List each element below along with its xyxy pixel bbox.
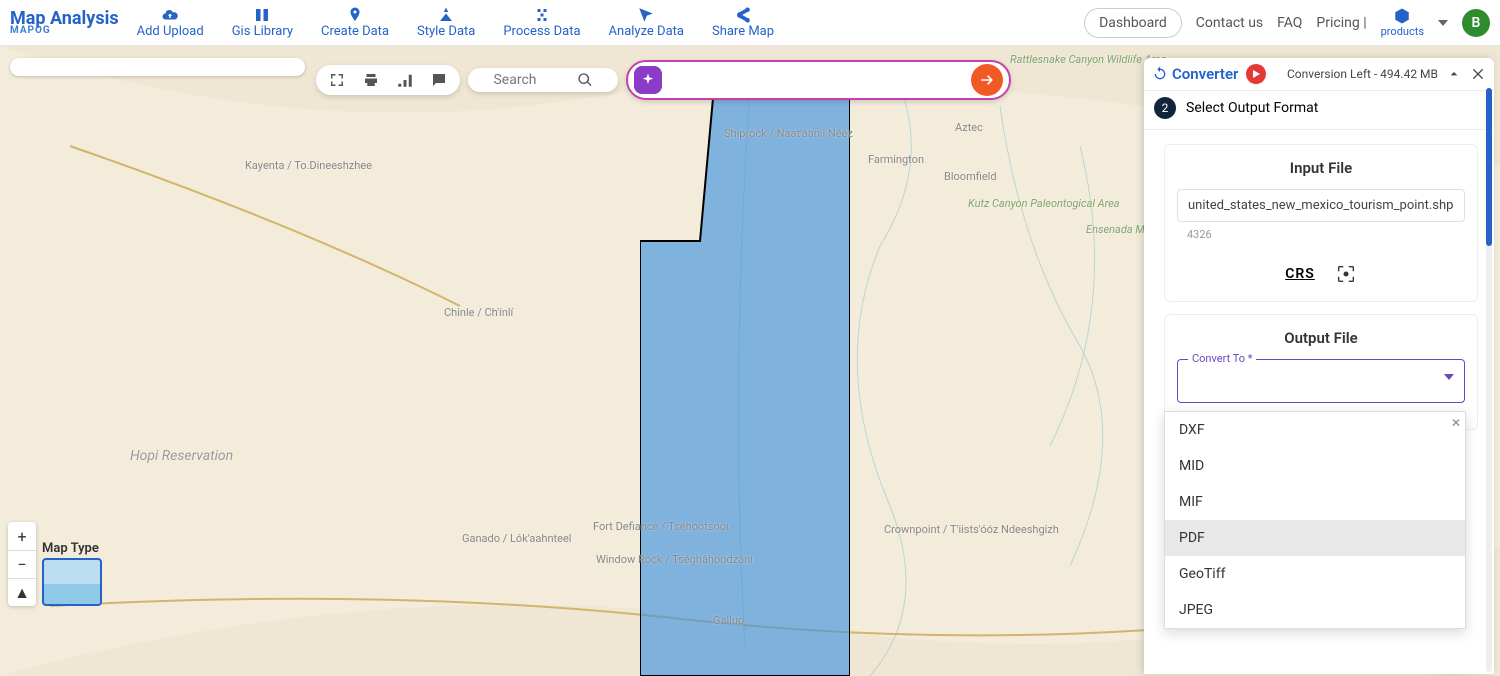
- user-avatar[interactable]: B: [1462, 9, 1490, 37]
- panel-title: Converter: [1152, 65, 1238, 83]
- comment-icon[interactable]: [430, 71, 448, 89]
- map-label-ganado: Ganado / Lók'aahnteel: [462, 533, 571, 545]
- input-file-section: Input File united_states_new_mexico_tour…: [1164, 144, 1478, 302]
- crs-code: 4326: [1177, 228, 1465, 241]
- crs-button[interactable]: CRS: [1285, 266, 1315, 282]
- right-nav: Dashboard Contact us FAQ Pricing | produ…: [1084, 7, 1490, 38]
- process-icon: [533, 6, 551, 24]
- conversion-left-text: Conversion Left - 494.42 MB: [1287, 67, 1438, 81]
- map-label-shiprock: Shiprock / Naat'áanii Nééz: [724, 128, 853, 140]
- video-help-button[interactable]: [1246, 64, 1266, 84]
- map-type-picker[interactable]: Map Type: [42, 541, 102, 606]
- convert-to-label: Convert To *: [1188, 352, 1256, 365]
- map-label-windowrock: Window Rock / Tségháhoodzání: [596, 554, 753, 566]
- go-button[interactable]: [971, 64, 1003, 96]
- option-geotiff[interactable]: GeoTiff: [1165, 556, 1465, 592]
- input-file-box[interactable]: united_states_new_mexico_tourism_point.s…: [1177, 189, 1465, 222]
- map-type-label: Map Type: [42, 541, 102, 556]
- style-icon: [437, 6, 455, 24]
- arrow-right-icon: [978, 71, 996, 89]
- map-label-fortdef: Fort Defiance / Tséhootsooí: [593, 521, 729, 533]
- panel-header: Converter Conversion Left - 494.42 MB: [1144, 58, 1494, 91]
- nav-add-upload[interactable]: Add Upload: [137, 6, 204, 39]
- dashboard-button[interactable]: Dashboard: [1084, 8, 1182, 38]
- convert-to-dropdown: ✕ DXF MID MIF PDF GeoTiff JPEG: [1164, 411, 1466, 629]
- products-menu[interactable]: products: [1381, 7, 1424, 38]
- add-button[interactable]: [634, 66, 662, 94]
- option-mif[interactable]: MIF: [1165, 484, 1465, 520]
- nav-items: Add Upload Gis Library Create Data Style…: [137, 6, 774, 39]
- brand-logo[interactable]: Map Analysis MAPOG: [10, 10, 137, 36]
- nav-create-data[interactable]: Create Data: [321, 6, 389, 39]
- zoom-out-button[interactable]: −: [8, 550, 36, 578]
- map-label-aztec: Aztec: [955, 122, 983, 134]
- map-label-farmington: Farmington: [868, 154, 924, 166]
- sparkle-plus-icon: [640, 72, 656, 88]
- dropdown-close-icon[interactable]: ✕: [1451, 416, 1461, 430]
- step-row: 2 Select Output Format: [1144, 91, 1494, 130]
- measure-icon[interactable]: [396, 71, 414, 89]
- map-label-kayenta: Kayenta / To.Dineeshzhee: [245, 160, 372, 172]
- converter-panel: Converter Conversion Left - 494.42 MB 2 …: [1144, 58, 1494, 674]
- caret-down-icon[interactable]: [1438, 18, 1448, 28]
- analyze-icon: [637, 6, 655, 24]
- top-nav: Map Analysis MAPOG Add Upload Gis Librar…: [0, 0, 1500, 46]
- map-label-gallup: Gallup: [713, 615, 744, 627]
- search-box[interactable]: Search: [468, 68, 618, 92]
- convert-to-select[interactable]: Convert To *: [1177, 359, 1465, 403]
- share-icon: [734, 6, 752, 24]
- map-label-chinle: Chinle / Ch'ínlí: [444, 307, 513, 319]
- contact-link[interactable]: Contact us: [1196, 15, 1263, 31]
- tool-pill: [316, 65, 460, 95]
- map-label-bloomfield: Bloomfield: [944, 171, 997, 183]
- option-dxf[interactable]: DXF: [1165, 412, 1465, 448]
- selected-polygon: [640, 76, 850, 676]
- library-icon: [253, 6, 271, 24]
- panel-scrollbar[interactable]: [1486, 88, 1492, 672]
- nav-gis-library[interactable]: Gis Library: [232, 6, 293, 39]
- refresh-icon: [1152, 66, 1168, 82]
- north-arrow-button[interactable]: ▲: [8, 578, 36, 606]
- map-type-thumbnail[interactable]: [42, 558, 102, 606]
- search-icon: [577, 72, 593, 88]
- play-icon: [1251, 69, 1261, 79]
- floating-toolbar: Search: [316, 60, 1011, 100]
- caret-down-icon: [1444, 374, 1454, 380]
- search-placeholder: Search: [493, 72, 536, 88]
- map-canvas[interactable]: Hopi Reservation Kayenta / To.Dineeshzhe…: [0, 46, 1500, 676]
- step-title: Select Output Format: [1186, 100, 1318, 116]
- cloud-upload-icon: [161, 6, 179, 24]
- nav-process-data[interactable]: Process Data: [503, 6, 580, 39]
- command-bar[interactable]: [626, 60, 1011, 100]
- option-pdf[interactable]: PDF: [1165, 520, 1465, 556]
- faq-link[interactable]: FAQ: [1277, 15, 1302, 31]
- pricing-link[interactable]: Pricing |: [1316, 15, 1366, 31]
- focus-icon[interactable]: [1335, 263, 1357, 285]
- close-icon[interactable]: [1470, 66, 1486, 82]
- nav-share-map[interactable]: Share Map: [712, 6, 774, 39]
- input-heading: Input File: [1177, 159, 1465, 177]
- map-label-crownpoint: Crownpoint / T'iists'óóz Ndeeshgizh: [884, 524, 1059, 536]
- map-label-kutz: Kutz Canyon Paleontogical Area: [968, 198, 1120, 210]
- option-jpeg[interactable]: JPEG: [1165, 592, 1465, 628]
- fullscreen-icon[interactable]: [328, 71, 346, 89]
- print-icon[interactable]: [362, 71, 380, 89]
- pin-icon: [346, 6, 364, 24]
- nav-style-data[interactable]: Style Data: [417, 6, 475, 39]
- mini-toolbar[interactable]: [10, 58, 305, 76]
- zoom-controls: + − ▲: [8, 522, 36, 606]
- collapse-icon[interactable]: [1446, 66, 1462, 82]
- zoom-in-button[interactable]: +: [8, 522, 36, 550]
- nav-analyze-data[interactable]: Analyze Data: [609, 6, 684, 39]
- crs-row: CRS: [1177, 263, 1465, 285]
- cube-icon: [1393, 7, 1411, 25]
- map-label-hopi: Hopi Reservation: [130, 449, 233, 464]
- step-number: 2: [1154, 97, 1176, 119]
- option-mid[interactable]: MID: [1165, 448, 1465, 484]
- output-heading: Output File: [1177, 329, 1465, 347]
